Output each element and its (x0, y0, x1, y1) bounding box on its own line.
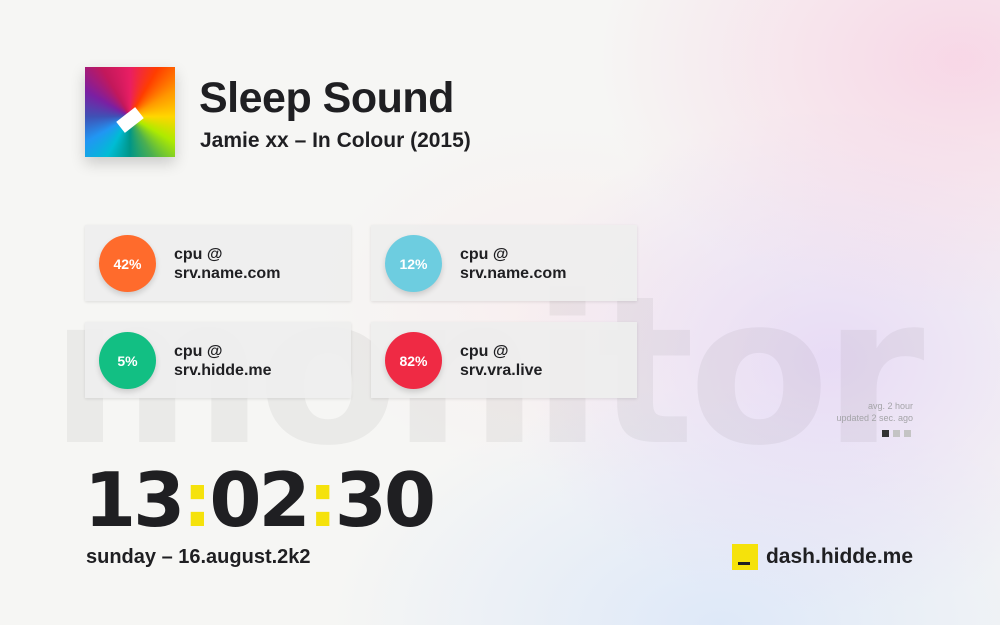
brand-logo-icon (731, 544, 758, 570)
clock: 13:02:30 (84, 460, 436, 540)
cpu-label: cpu @ srv.name.com (460, 245, 566, 283)
cpu-badge: 12% (385, 235, 442, 292)
cpu-label: cpu @ srv.name.com (174, 245, 280, 283)
cpu-card[interactable]: 12% cpu @ srv.name.com (371, 225, 637, 301)
cpu-label-line1: cpu @ (460, 246, 509, 263)
clock-separator: : (182, 456, 212, 544)
avg-interval: avg. 2 hour (867, 401, 913, 411)
cpu-label-host: srv.vra.live (460, 362, 543, 379)
clock-minutes: 02 (209, 456, 310, 544)
clock-separator: : (307, 456, 338, 544)
page-dot[interactable] (882, 430, 889, 437)
cpu-label-line1: cpu @ (174, 246, 223, 263)
page-dot[interactable] (904, 430, 911, 437)
page-dot[interactable] (893, 430, 900, 437)
date-display: sunday – 16.august.2k2 (86, 546, 311, 568)
cpu-label-host: srv.hidde.me (174, 362, 272, 379)
album-logo-icon (116, 107, 144, 133)
cpu-label-host: srv.name.com (460, 265, 567, 282)
cpu-card[interactable]: 5% cpu @ srv.hidde.me (85, 322, 351, 398)
album-cover (85, 67, 175, 157)
last-updated: updated 2 sec. ago (836, 413, 913, 423)
page-indicator (882, 430, 911, 437)
cpu-card[interactable]: 42% cpu @ srv.name.com (85, 225, 351, 301)
cpu-badge: 42% (99, 235, 156, 292)
cpu-badge: 82% (385, 332, 442, 389)
cpu-label-line1: cpu @ (460, 343, 509, 360)
song-artist-album: Jamie xx – In Colour (2015) (200, 129, 471, 152)
song-title: Sleep Sound (199, 74, 454, 122)
cpu-label: cpu @ srv.vra.live (460, 342, 542, 380)
cpu-badge: 5% (99, 332, 156, 389)
update-stats: avg. 2 hour updated 2 sec. ago (836, 400, 913, 424)
brand-name: dash.hidde.me (765, 545, 913, 568)
cpu-label: cpu @ srv.hidde.me (174, 342, 272, 380)
cpu-card[interactable]: 82% cpu @ srv.vra.live (371, 322, 637, 398)
clock-seconds: 30 (334, 456, 436, 544)
clock-hours: 13 (84, 456, 185, 544)
brand[interactable]: dash.hidde.me (731, 544, 913, 570)
cpu-label-host: srv.name.com (174, 265, 281, 282)
cpu-label-line1: cpu @ (174, 343, 223, 360)
